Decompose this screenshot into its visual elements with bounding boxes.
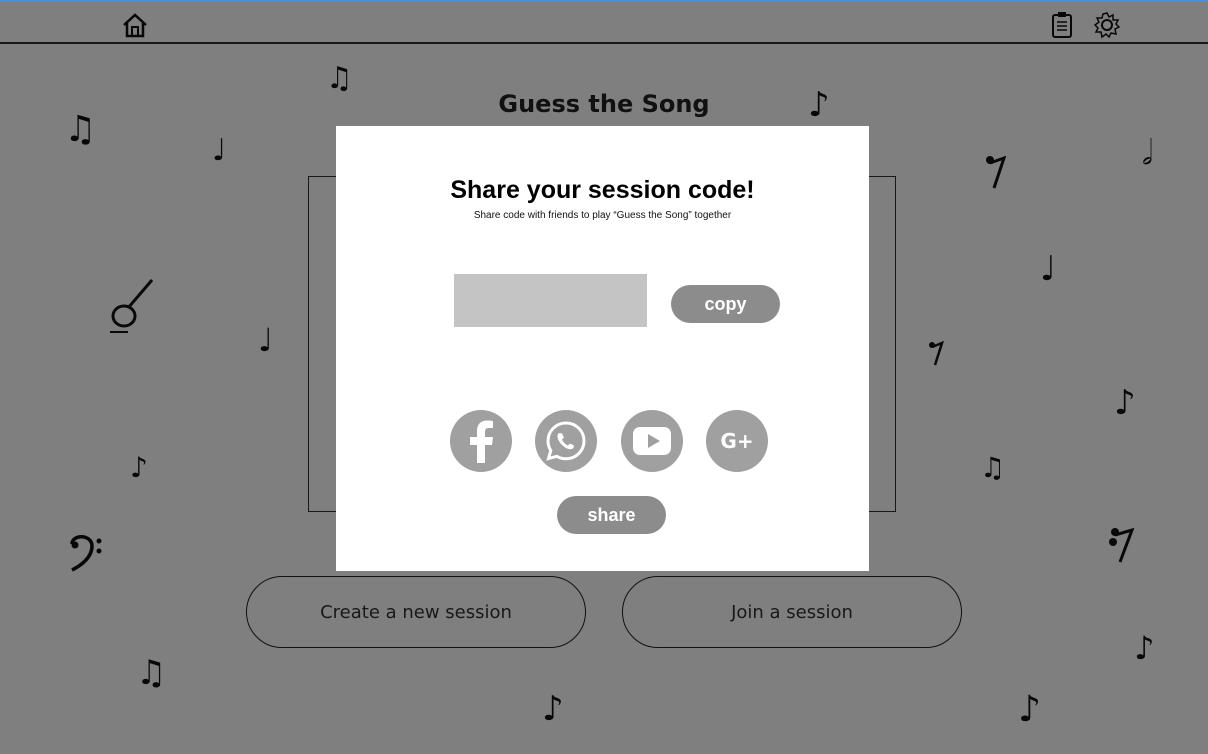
copy-button[interactable]: copy [671,285,780,323]
google-plus-share-button[interactable]: G+ [706,410,768,472]
youtube-icon [633,427,671,455]
google-plus-icon: G+ [720,429,754,453]
app-window: Guess the Song Create a new session Join… [0,0,1208,754]
modal-title: Share your session code! [450,176,755,204]
youtube-share-button[interactable] [621,410,683,472]
share-session-modal: Share your session code! Share code with… [336,126,869,571]
whatsapp-share-button[interactable] [535,410,597,472]
facebook-share-button[interactable] [450,410,512,472]
facebook-icon [470,420,493,463]
session-code-field[interactable] [454,274,647,327]
share-button[interactable]: share [557,496,666,534]
whatsapp-icon [546,421,586,461]
modal-subtitle: Share code with friends to play “Guess t… [473,210,732,221]
